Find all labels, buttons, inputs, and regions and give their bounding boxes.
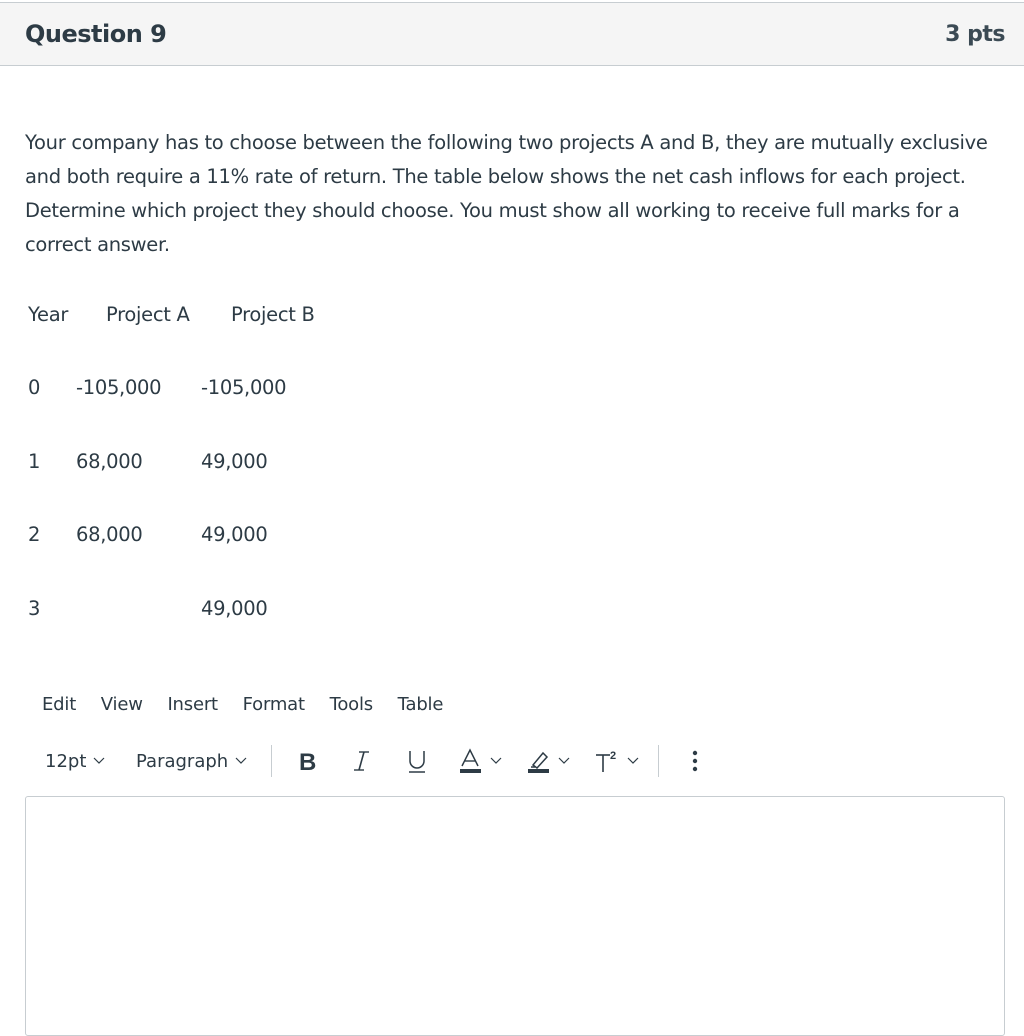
underline-icon	[409, 751, 425, 773]
svg-text:B: B	[299, 749, 316, 773]
menu-format[interactable]: Format	[243, 694, 305, 715]
question-title: Question 9	[25, 20, 167, 48]
block-format-select[interactable]: Paragraph	[136, 745, 247, 777]
menu-tools[interactable]: Tools	[330, 694, 374, 715]
underline-button[interactable]	[406, 745, 428, 777]
menu-table[interactable]: Table	[398, 694, 444, 715]
table-header-project-a: Project A	[106, 303, 190, 326]
italic-icon	[354, 751, 369, 771]
table-header-project-b: Project B	[231, 303, 315, 326]
table-header-year: Year	[28, 303, 69, 326]
menu-insert[interactable]: Insert	[167, 694, 218, 715]
text-color-icon	[460, 748, 481, 773]
more-vertical-icon	[692, 750, 698, 772]
chevron-down-icon	[93, 757, 105, 764]
font-size-select[interactable]: 12pt	[45, 745, 105, 777]
menu-view[interactable]: View	[101, 694, 143, 715]
superscript-button[interactable]: 2	[594, 745, 639, 777]
table-cell-project-a: 68,000	[76, 450, 143, 473]
highlight-color-button[interactable]	[527, 745, 570, 777]
chevron-down-icon	[558, 757, 570, 764]
block-format-value: Paragraph	[136, 750, 229, 772]
table-cell-year: 2	[28, 523, 41, 546]
table-cell-project-b: 49,000	[201, 523, 268, 546]
italic-button[interactable]	[353, 745, 371, 777]
bold-icon: B	[299, 749, 316, 773]
font-size-value: 12pt	[45, 750, 87, 772]
toolbar-divider	[658, 745, 659, 777]
question-header: Question 9 3 pts	[0, 2, 1024, 66]
editor-menubar: Edit View Insert Format Tools Table	[42, 694, 462, 715]
table-cell-project-b: 49,000	[201, 450, 268, 473]
highlight-icon	[528, 751, 549, 773]
table-cell-project-a: -105,000	[76, 376, 162, 399]
table-cell-year: 1	[28, 450, 41, 473]
chevron-down-icon	[235, 757, 247, 764]
answer-editor[interactable]	[25, 796, 1005, 1036]
table-cell-project-a: 68,000	[76, 523, 143, 546]
text-color-button[interactable]	[459, 745, 502, 777]
svg-text:2: 2	[610, 750, 616, 762]
chevron-down-icon	[490, 757, 502, 764]
table-cell-year: 3	[28, 597, 41, 620]
table-cell-project-b: -105,000	[201, 376, 287, 399]
question-points: 3 pts	[945, 22, 1005, 47]
table-cell-project-b: 49,000	[201, 597, 268, 620]
more-options-button[interactable]	[690, 745, 700, 777]
chevron-down-icon	[627, 757, 639, 764]
superscript-icon: 2	[596, 750, 616, 772]
table-cell-year: 0	[28, 376, 41, 399]
toolbar-divider	[271, 745, 272, 777]
bold-button[interactable]: B	[298, 745, 320, 777]
menu-edit[interactable]: Edit	[42, 694, 76, 715]
question-text: Your company has to choose between the f…	[25, 131, 988, 256]
